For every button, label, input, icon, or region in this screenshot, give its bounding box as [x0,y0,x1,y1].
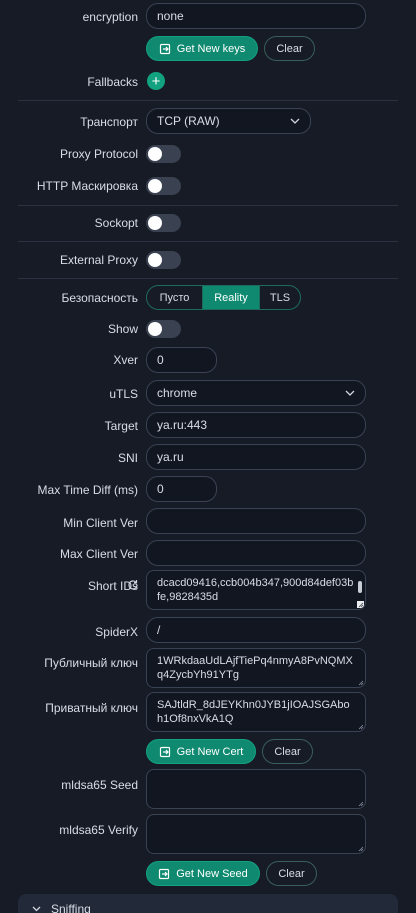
get-new-keys-label: Get New keys [176,42,246,55]
mldsa65-verify-textarea[interactable] [146,814,366,854]
key-icon [159,43,170,54]
public-key-value: 1WRkdaaUdLAjfTiePq4nmyA8PvNQMXq4ZycbYh91… [157,655,353,681]
transport-select[interactable]: TCP (RAW) [146,108,311,134]
external-proxy-toggle[interactable] [146,251,181,269]
short-ids-value: dcacd09416,ccb004b347,900d84def03bfe,982… [157,577,354,603]
resize-handle-icon[interactable] [357,800,364,807]
public-key-textarea[interactable]: 1WRkdaaUdLAjfTiePq4nmyA8PvNQMXq4ZycbYh91… [146,648,366,688]
proxy-protocol-label: Proxy Protocol [59,147,138,161]
xver-input[interactable]: 0 [146,347,217,373]
seed-icon [159,868,170,879]
security-option-reality[interactable]: Reality [202,286,259,309]
show-toggle[interactable] [146,320,181,338]
sni-input[interactable]: ya.ru [146,444,366,470]
private-key-textarea[interactable]: SAJtldR_8dJEYKhn0JYB1jIOAJSGAboh1Of8nxVk… [146,692,366,732]
chevron-down-icon [32,906,41,912]
utls-select[interactable]: chrome [146,380,366,406]
transport-label: Транспорт [80,115,138,129]
resize-handle-icon[interactable] [357,723,364,730]
clear-cert-button[interactable]: Clear [262,739,313,764]
get-new-seed-button[interactable]: Get New Seed [146,861,260,886]
security-option-tls[interactable]: TLS [259,286,300,309]
resize-handle-icon[interactable] [357,845,364,852]
security-segmented-control[interactable]: Пусто Reality TLS [146,285,301,310]
divider [18,278,398,279]
fallbacks-label: Fallbacks [87,75,138,89]
target-input[interactable]: ya.ru:443 [146,412,366,438]
chevron-down-icon [345,390,355,396]
public-key-label: Публичный ключ [44,656,138,670]
proxy-protocol-toggle[interactable] [146,145,181,163]
divider [18,241,398,242]
clear-keys-button[interactable]: Clear [264,36,315,61]
max-client-ver-input[interactable] [146,540,366,566]
utls-label: uTLS [109,387,138,401]
external-proxy-label: External Proxy [59,253,138,267]
cert-icon [159,746,170,757]
sockopt-toggle[interactable] [146,214,181,232]
divider [18,100,398,101]
max-time-diff-input[interactable]: 0 [146,476,217,502]
scrollbar[interactable] [358,581,362,593]
resize-handle-icon[interactable] [357,601,364,608]
sniffing-label: Sniffing [51,902,91,913]
spiderx-input[interactable]: / [146,617,366,643]
min-client-ver-input[interactable] [146,508,366,534]
sni-label: SNI [117,451,138,465]
sniffing-panel-header[interactable]: Sniffing [18,894,398,913]
sockopt-label: Sockopt [94,216,138,230]
security-label: Безопасность [61,291,138,305]
resize-handle-icon[interactable] [357,679,364,686]
clear-seed-button[interactable]: Clear [266,861,317,886]
target-label: Target [104,419,138,433]
http-masking-toggle[interactable] [146,177,181,195]
private-key-label: Приватный ключ [45,701,138,715]
get-new-keys-button[interactable]: Get New keys [146,36,258,61]
encryption-input[interactable]: none [146,3,366,29]
add-fallback-icon[interactable]: + [147,72,165,90]
private-key-value: SAJtldR_8dJEYKhn0JYB1jIOAJSGAboh1Of8nxVk… [157,699,350,725]
get-new-cert-button[interactable]: Get New Cert [146,739,256,764]
utls-value: chrome [157,386,198,400]
security-option-none[interactable]: Пусто [147,286,202,309]
get-new-cert-label: Get New Cert [176,745,244,758]
max-time-diff-label: Max Time Diff (ms) [37,483,138,497]
show-label: Show [107,322,138,336]
mldsa65-seed-textarea[interactable] [146,769,366,809]
max-client-ver-label: Max Client Ver [59,547,138,561]
spiderx-label: SpiderX [95,625,138,639]
http-masking-label: HTTP Маскировка [36,179,138,193]
xver-label: Xver [113,353,138,367]
divider [18,205,398,206]
short-ids-textarea[interactable]: dcacd09416,ccb004b347,900d84def03bfe,982… [146,570,366,610]
refresh-icon[interactable] [127,579,139,591]
encryption-label: encryption [82,10,138,24]
chevron-down-icon [290,118,300,124]
mldsa65-verify-label: mldsa65 Verify [59,823,138,837]
transport-value: TCP (RAW) [157,114,220,128]
get-new-seed-label: Get New Seed [176,867,248,880]
min-client-ver-label: Min Client Ver [63,516,138,530]
mldsa65-seed-label: mldsa65 Seed [61,778,138,792]
